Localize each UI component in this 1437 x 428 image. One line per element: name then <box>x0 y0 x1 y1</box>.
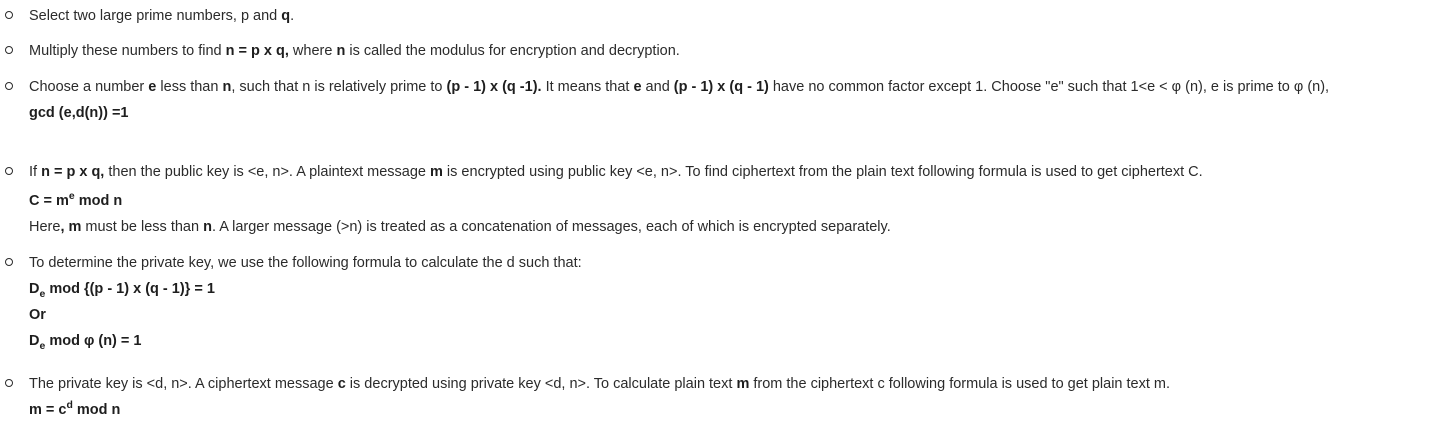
step-text: The private key is <d, n>. A ciphertext … <box>29 376 1171 392</box>
bullet-circle-icon <box>5 82 13 90</box>
step-note: Here, m must be less than n. A larger me… <box>29 219 891 235</box>
step-text: Choose a number e less than n, such that… <box>29 79 1330 95</box>
gcd-formula: gcd (e,d(n)) =1 <box>29 105 129 121</box>
list-item: To determine the private key, we use the… <box>5 253 1435 352</box>
private-key-formula-2: De mod φ (n) = 1 <box>29 333 142 352</box>
or-label: Or <box>29 307 46 323</box>
list-item: The private key is <d, n>. A ciphertext … <box>5 374 1435 420</box>
bullet-circle-icon <box>5 258 13 266</box>
step-text: To determine the private key, we use the… <box>29 255 582 271</box>
list-item: Select two large prime numbers, p and q. <box>5 6 1435 26</box>
list-item: If n = p x q, then the public key is <e,… <box>5 162 1435 237</box>
rsa-steps-document: Select two large prime numbers, p and q.… <box>0 0 1437 428</box>
list-item: Choose a number e less than n, such that… <box>5 77 1435 123</box>
bullet-circle-icon <box>5 379 13 387</box>
private-key-formula-1: De mod {(p - 1) x (q - 1)} = 1 <box>29 281 215 300</box>
step-text: Multiply these numbers to find n = p x q… <box>29 43 680 59</box>
bullet-circle-icon <box>5 46 13 54</box>
bullet-circle-icon <box>5 11 13 19</box>
list-item: Multiply these numbers to find n = p x q… <box>5 41 1435 61</box>
decryption-formula: m = cd mod n <box>29 400 121 418</box>
encryption-formula: C = me mod n <box>29 191 123 209</box>
step-text: Select two large prime numbers, p and q. <box>29 8 295 24</box>
bullet-circle-icon <box>5 167 13 175</box>
step-text: If n = p x q, then the public key is <e,… <box>29 164 1203 180</box>
